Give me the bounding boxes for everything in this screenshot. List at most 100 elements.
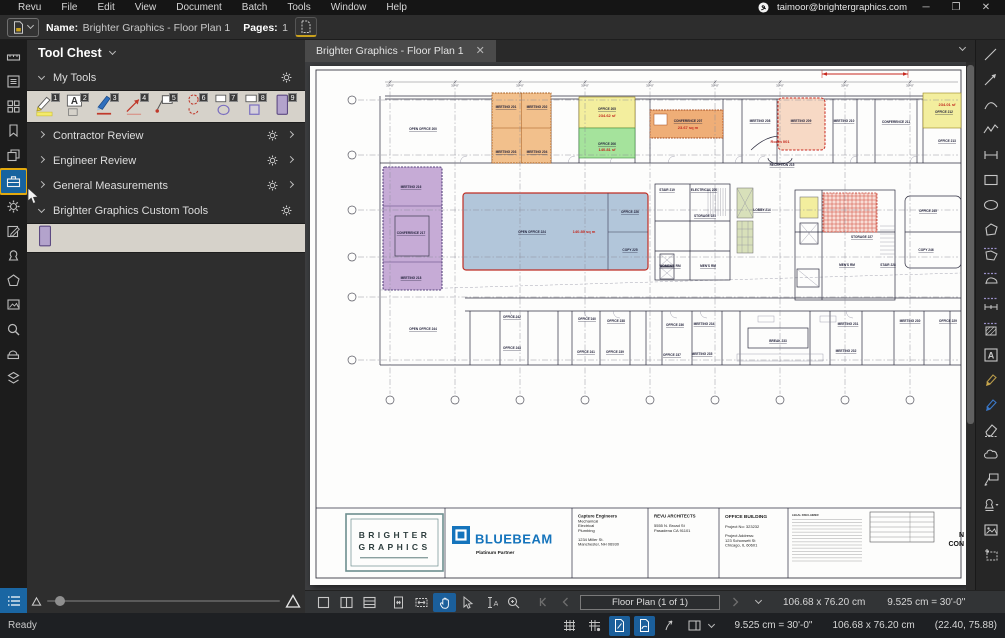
text-tool-icon[interactable]: A [978,342,1004,367]
image-tool-icon[interactable] [978,517,1004,542]
snapshot-tool-icon[interactable] [978,542,1004,567]
callout-tool-icon[interactable] [978,467,1004,492]
minimize-button[interactable]: ─ [915,0,937,15]
search-panel-icon[interactable] [0,317,27,342]
reuse-tool-icon[interactable] [659,616,680,636]
section-general-measurements[interactable]: General Measurements [27,173,305,198]
section-engineer-review[interactable]: Engineer Review [27,148,305,173]
snap-toggle-icon[interactable] [584,616,605,636]
tool-chest-panel-icon[interactable] [1,170,26,193]
menu-edit[interactable]: Edit [87,0,124,15]
stamp-tool-icon[interactable] [978,492,1004,517]
zoom-tool-icon[interactable] [502,593,525,612]
markups-panel-icon[interactable] [0,219,27,244]
sets-panel-icon[interactable] [0,366,27,391]
next-page-icon[interactable] [723,593,746,612]
document-selector[interactable] [7,18,39,37]
tool-pen[interactable]: 3 [93,93,120,121]
pan-tool-icon[interactable] [433,593,456,612]
polygon-tool-icon[interactable] [978,217,1004,242]
markups-list-toggle[interactable] [0,588,27,613]
previous-page-icon[interactable] [554,593,577,612]
pen-tool-icon[interactable] [978,392,1004,417]
single-page-view-icon[interactable] [312,593,335,612]
tab-list-chevron-icon[interactable] [959,44,966,51]
menu-batch[interactable]: Batch [232,0,278,15]
bookmarks-panel-icon[interactable] [0,119,27,144]
navbar-chevron-icon[interactable] [755,597,762,604]
tool-arrow[interactable]: 4 [123,93,150,121]
side-by-side-view-icon[interactable] [335,593,358,612]
slider-handle[interactable] [55,596,65,606]
stamp-panel-icon[interactable] [0,244,27,269]
section-custom-tools[interactable]: Brighter Graphics Custom Tools [27,198,305,223]
gear-icon[interactable] [280,71,293,84]
rectangle-tool-icon[interactable] [978,167,1004,192]
studio-panel-icon[interactable] [0,342,27,367]
menu-file[interactable]: File [51,0,87,15]
tab-floor-plan[interactable]: Brighter Graphics - Floor Plan 1 ✕ [305,40,496,62]
perimeter-measure-tool-icon[interactable] [978,267,1004,292]
first-page-icon[interactable] [531,593,554,612]
length-measure-tool-icon[interactable] [978,292,1004,317]
scrollbar-thumb[interactable] [967,65,974,424]
gear-icon[interactable] [280,204,293,217]
tool-rectangle[interactable]: 8 [242,93,269,121]
area-measure-tool-icon[interactable] [978,242,1004,267]
tool-callout[interactable]: 5 [153,93,180,121]
gear-icon[interactable] [266,154,279,167]
sync-views-icon[interactable] [684,616,705,636]
tool-cloud[interactable]: 6 [182,93,209,121]
menu-help[interactable]: Help [376,0,417,15]
gear-icon[interactable] [266,179,279,192]
line-tool-icon[interactable] [978,42,1004,67]
thumbnails-panel-icon[interactable] [0,94,27,119]
arc-tool-icon[interactable] [978,92,1004,117]
chevron-right-icon[interactable] [287,155,294,162]
snap-markups-icon[interactable] [634,616,655,636]
gear-icon[interactable] [266,129,279,142]
menu-window[interactable]: Window [321,0,377,15]
tab-close-icon[interactable]: ✕ [476,46,485,56]
file-access-panel-icon[interactable] [0,70,27,95]
eraser-tool-icon[interactable] [978,417,1004,442]
markup-open-office-224[interactable] [463,193,648,270]
hatch-tool-icon[interactable] [978,317,1004,342]
icon-size-slider[interactable] [31,592,301,610]
close-button[interactable]: ✕ [975,0,997,15]
menu-view[interactable]: View [125,0,167,15]
continuous-view-icon[interactable] [358,593,381,612]
select-tool-icon[interactable] [456,593,479,612]
page-indicator[interactable]: Floor Plan (1 of 1) [580,595,720,610]
polyline-tool-icon[interactable] [978,117,1004,142]
slider-track[interactable] [47,600,280,602]
markup-shaft-yellow[interactable] [800,197,818,218]
menu-revu[interactable]: Revu [8,0,51,15]
ellipse-tool-icon[interactable] [978,192,1004,217]
layers-panel-icon[interactable] [0,143,27,168]
tool-custom-space[interactable]: 9 [271,93,298,121]
tool-ellipse[interactable]: 7 [212,93,239,121]
select-text-icon[interactable]: A [479,593,502,612]
page-template-button[interactable] [295,17,317,37]
tool-highlighter[interactable]: 1 [34,93,61,121]
document-canvas[interactable]: 30'-0"30'-0"30'-0"30'-0"30'-0"30'-0"30'-… [305,62,975,590]
dimension-tool-icon[interactable] [978,142,1004,167]
section-my-tools[interactable]: My Tools [27,65,305,90]
highlight-tool-icon[interactable] [978,367,1004,392]
drawing-page[interactable]: 30'-0"30'-0"30'-0"30'-0"30'-0"30'-0"30'-… [310,66,967,585]
arrow-tool-icon[interactable] [978,67,1004,92]
properties-panel-icon[interactable] [0,195,27,220]
vertical-scrollbar[interactable] [966,62,975,590]
restore-button[interactable]: ❐ [945,0,967,15]
account-email[interactable]: taimoor@brightergraphics.com [777,2,907,13]
fit-page-icon[interactable] [387,593,410,612]
menu-tools[interactable]: Tools [277,0,320,15]
fit-width-icon[interactable] [410,593,433,612]
chevron-right-icon[interactable] [287,130,294,137]
spaces-panel-icon[interactable] [0,268,27,293]
chevron-right-icon[interactable] [287,180,294,187]
measurements-panel-icon[interactable] [0,45,27,70]
tool-text-box[interactable]: A2 [64,93,91,121]
panel-header[interactable]: Tool Chest [27,40,305,65]
